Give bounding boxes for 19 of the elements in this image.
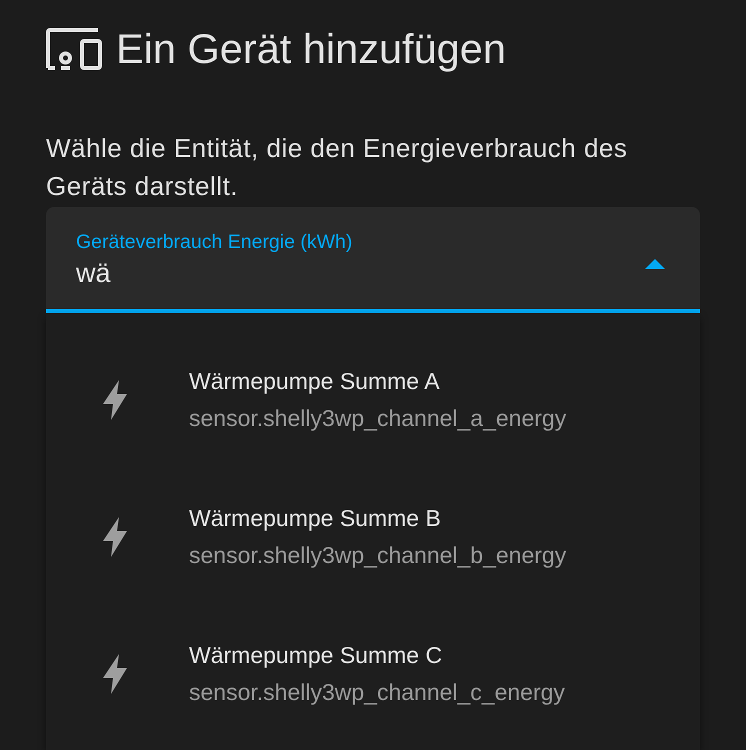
entity-name: Wärmepumpe Summe C [189,641,444,669]
suggestion-item[interactable]: Wärmepumpe Summe A sensor.shelly3wp_channel_a_energy [46,331,700,468]
entity-id: sensor.shelly3wp_channel_a_energy [189,404,566,432]
entity-search-field[interactable]: Geräteverbrauch Energie (kWh) wä [46,207,700,313]
lightning-bolt-icon [103,654,127,694]
suggestion-item[interactable]: Wärmepumpe Summe C sensor.shelly3wp_channel_c_energy [46,605,700,742]
dialog-description: Wähle die Entität, die den Energieverbrauch des Geräts darstellt. [46,132,628,203]
suggestion-item[interactable]: Wärmepumpe Summe B sensor.shelly3wp_channel_b_energy [46,468,700,605]
entity-name: Wärmepumpe Summe A [189,367,441,395]
dropdown-arrow-icon[interactable] [645,259,665,269]
search-text-input[interactable]: wä [76,256,645,290]
entity-id: sensor.shelly3wp_channel_b_energy [189,541,566,569]
lightning-bolt-icon [103,516,127,556]
dialog-title: Ein Gerät hinzufügen [116,27,506,71]
lightning-bolt-icon [103,380,127,420]
field-label: Geräteverbrauch Energie (kWh) [76,231,352,253]
entity-id: sensor.shelly3wp_channel_c_energy [189,678,565,706]
devices-icon [46,28,102,70]
entity-name: Wärmepumpe Summe B [189,504,442,532]
